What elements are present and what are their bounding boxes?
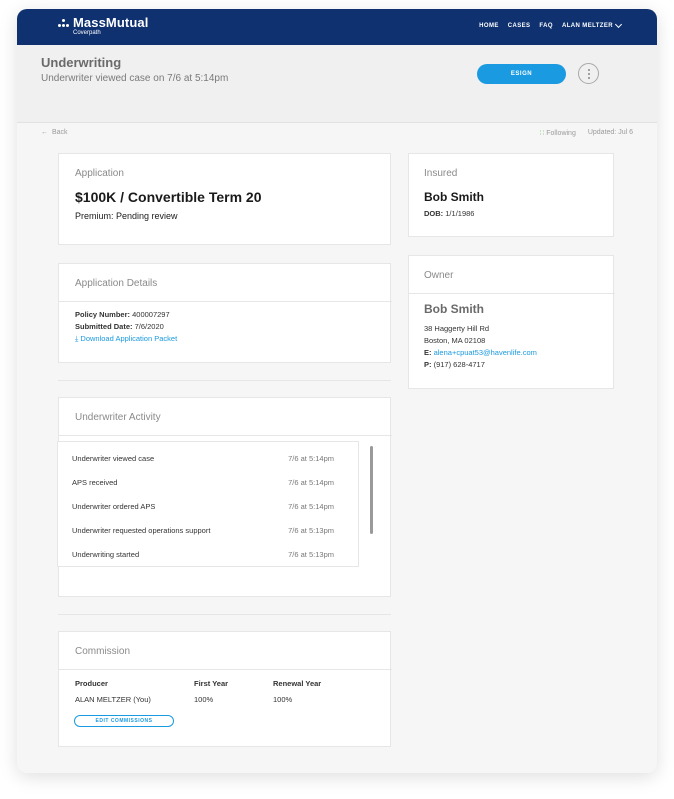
- first-year-cell: 100%: [194, 695, 214, 704]
- activity-time: 7/6 at 5:14pm: [288, 454, 334, 463]
- page-title: Underwriting: [41, 55, 122, 70]
- activity-event: Underwriter ordered APS: [72, 502, 156, 511]
- list-item: Underwriting started 7/6 at 5:13pm: [72, 550, 334, 559]
- application-product: $100K / Convertible Term 20: [75, 189, 262, 205]
- list-item: Underwriter requested operations support…: [72, 526, 334, 535]
- activity-event: Underwriter viewed case: [72, 454, 155, 463]
- submitted-date-row: Submitted Date: 7/6/2020: [75, 322, 164, 331]
- card-divider: [409, 293, 615, 294]
- owner-card: Owner Bob Smith 38 Haggerty Hill Rd Bost…: [408, 255, 615, 389]
- submitted-date: 7/6/2020: [134, 322, 164, 331]
- column-header-first-year: First Year: [194, 679, 229, 688]
- activity-list[interactable]: Underwriter viewed case 7/6 at 5:14pm AP…: [57, 441, 373, 567]
- page-subtitle: Underwriter viewed case on 7/6 at 5:14pm: [41, 73, 229, 84]
- chevron-down-icon: [614, 20, 623, 29]
- owner-phone-row: P: (917) 628-4717: [424, 360, 485, 369]
- follow-status: ∷ Following Updated: Jul 6: [540, 129, 633, 137]
- arrow-left-icon: ←: [41, 129, 48, 136]
- list-item: Underwriter viewed case 7/6 at 5:14pm: [72, 454, 334, 463]
- following-label: Following: [546, 130, 576, 137]
- following-toggle[interactable]: ∷ Following: [540, 129, 576, 137]
- nav-faq[interactable]: FAQ: [539, 23, 553, 29]
- insured-name: Bob Smith: [424, 190, 484, 204]
- owner-name: Bob Smith: [424, 302, 484, 316]
- submitted-date-label: Submitted Date:: [75, 322, 133, 331]
- user-menu[interactable]: ALAN MELTZER: [561, 20, 623, 29]
- user-name: ALAN MELTZER: [561, 23, 613, 29]
- section-divider: [58, 614, 391, 615]
- card-divider: [59, 669, 392, 670]
- policy-number-row: Policy Number: 400007297: [75, 310, 170, 319]
- logo[interactable]: MassMutual: [73, 15, 148, 30]
- owner-email-row: E: alena+cpuat53@havenlife.com: [424, 348, 537, 357]
- column-header-renewal-year: Renewal Year: [273, 679, 322, 688]
- underwriter-activity-label: Underwriter Activity: [75, 412, 161, 423]
- activity-event: Underwriter requested operations support: [72, 526, 211, 535]
- activity-time: 7/6 at 5:13pm: [288, 550, 334, 559]
- owner-label: Owner: [424, 270, 454, 281]
- back-label: Back: [52, 129, 68, 136]
- owner-address-line2: Boston, MA 02108: [424, 336, 486, 345]
- download-packet-link[interactable]: ⤓ Download Application Packet: [75, 334, 177, 344]
- activity-event: APS received: [72, 478, 118, 487]
- card-divider: [59, 435, 392, 436]
- commission-label: Commission: [75, 646, 131, 657]
- list-item: APS received 7/6 at 5:14pm: [72, 478, 334, 487]
- section-divider: [58, 380, 391, 381]
- updated-label: Updated: Jul 6: [587, 129, 633, 136]
- phone-label: P:: [424, 360, 432, 369]
- activity-time: 7/6 at 5:14pm: [288, 478, 334, 487]
- insured-dob-row: DOB: 1/1/1986: [424, 209, 474, 218]
- owner-address-line1: 38 Haggerty Hill Rd: [424, 324, 490, 333]
- back-link[interactable]: ← Back: [41, 129, 68, 136]
- application-label: Application: [75, 168, 124, 179]
- download-label: Download Application Packet: [80, 334, 178, 343]
- logo-mark-icon: [58, 19, 70, 29]
- policy-number-label: Policy Number:: [75, 310, 131, 319]
- application-details-card: Application Details Policy Number: 40000…: [58, 263, 392, 363]
- scrollbar[interactable]: [370, 446, 373, 534]
- dob-value: 1/1/1986: [445, 209, 475, 218]
- card-divider: [59, 301, 392, 302]
- edit-commissions-button[interactable]: EDIT COMMISSIONS: [74, 715, 174, 727]
- producer-cell: ALAN MELTZER (You): [75, 695, 151, 704]
- activity-time: 7/6 at 5:13pm: [288, 526, 334, 535]
- esign-button[interactable]: ESIGN: [477, 64, 566, 84]
- nav-links: HOME CASES FAQ ALAN MELTZER: [479, 20, 623, 29]
- dob-label: DOB:: [424, 209, 444, 218]
- email-label: E:: [424, 348, 432, 357]
- insured-label: Insured: [424, 168, 458, 179]
- activity-event: Underwriting started: [72, 550, 140, 559]
- more-options-icon[interactable]: [578, 63, 599, 84]
- application-details-label: Application Details: [75, 278, 158, 289]
- activity-time: 7/6 at 5:14pm: [288, 502, 334, 511]
- nav-cases[interactable]: CASES: [508, 23, 531, 29]
- column-header-producer: Producer: [75, 679, 108, 688]
- download-icon: ⤓: [75, 334, 79, 343]
- commission-card: Commission Producer First Year Renewal Y…: [58, 631, 392, 747]
- list-item: Underwriter ordered APS 7/6 at 5:14pm: [72, 502, 334, 511]
- application-premium: Premium: Pending review: [75, 211, 178, 221]
- renewal-year-cell: 100%: [273, 695, 293, 704]
- insured-card: Insured Bob Smith DOB: 1/1/1986: [408, 153, 614, 237]
- top-nav: MassMutual Coverpath HOME CASES FAQ ALAN…: [17, 9, 657, 45]
- rss-icon: ∷: [539, 130, 545, 137]
- owner-email-link[interactable]: alena+cpuat53@havenlife.com: [434, 348, 537, 357]
- nav-home[interactable]: HOME: [479, 23, 499, 29]
- policy-number: 400007297: [132, 310, 170, 319]
- logo-subtitle: Coverpath: [73, 30, 101, 36]
- owner-phone: (917) 628-4717: [433, 360, 485, 369]
- application-card: Application $100K / Convertible Term 20 …: [58, 153, 391, 245]
